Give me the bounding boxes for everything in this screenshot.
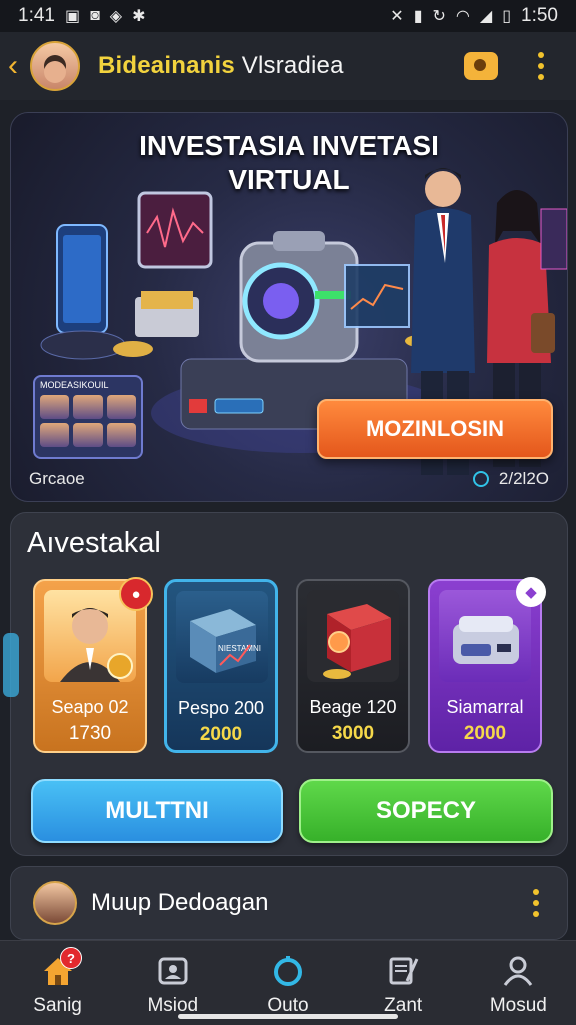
profile-card-icon [158, 957, 188, 985]
alert-badge-icon: ● [119, 577, 153, 611]
mini-portrait [106, 395, 136, 419]
avatar [33, 881, 77, 925]
investment-cards: ● Seapo 02 1730 NIESTAMNI Pespo 200 2000 [33, 577, 553, 755]
page-title: Bideainanis Vlsradiea [98, 52, 344, 80]
notification-app-icon: ◙ [90, 7, 100, 24]
home-indicator[interactable] [178, 1014, 398, 1019]
card-image-text: NIESTAMNI [218, 644, 261, 653]
user-icon [504, 956, 533, 986]
investment-card[interactable]: ◆ Siamarral 2000 [428, 577, 546, 753]
right-action-button[interactable]: SOPECY [299, 779, 553, 843]
app-header: ‹ Bideainanis Vlsradiea [0, 32, 576, 100]
bluetooth-icon: ✱ [132, 8, 146, 25]
camera-icon[interactable] [464, 52, 498, 80]
more-vertical-icon[interactable] [533, 889, 539, 917]
status-time-right: 1:50 [521, 5, 558, 26]
card-price: 1730 [68, 723, 112, 744]
diamond-badge-icon: ◆ [516, 577, 546, 607]
investments-panel: Aıvestakal ● Seapo 02 1730 NIESTAMNI Pes… [3, 512, 568, 856]
title-part-1: Bideainanis [98, 52, 235, 79]
section-title: Aıvestakal [27, 527, 161, 559]
card-price: 2000 [463, 723, 507, 744]
mini-portrait [73, 395, 103, 419]
pager-count: 2/2l2O [498, 469, 549, 488]
title-part-2: Vlsradiea [241, 52, 344, 79]
hero-title: INVESTASIA INVETASI VIRTUAL [11, 129, 567, 197]
mini-panel-title: MODEASIKOUIL [40, 380, 109, 390]
investment-card[interactable]: ● Seapo 02 1730 [33, 577, 153, 753]
hero-title-line-1: INVESTASIA INVETASI [139, 130, 439, 161]
hero-cta-button[interactable]: MOZINLOSIN [317, 399, 553, 459]
battery-icon: ▯ [502, 8, 512, 25]
mini-portrait [40, 423, 70, 447]
team-mini-panel[interactable]: MODEASIKOUIL [33, 375, 143, 459]
mini-portrait [73, 423, 103, 447]
scroll-left-handle[interactable] [3, 633, 19, 697]
left-action-button[interactable]: MULTTNI [31, 779, 283, 843]
card-name: Siamarral [446, 697, 524, 717]
gallery-icon: ▣ [64, 8, 81, 25]
nav-label: Sanig [33, 995, 82, 1016]
media-icon: ◈ [109, 8, 123, 25]
hero-title-line-2: VIRTUAL [228, 164, 350, 195]
status-bar: 1:41 ▣ ◙ ◈ ✱ ✕ ▮ ↻ ◠ ◢ ▯ 1:50 [0, 0, 576, 32]
card-name: Pespo 200 [177, 698, 265, 718]
bottom-navigation: ? Sanig Msiod Outo Zant Mosud [0, 940, 576, 1025]
card-price: 3000 [331, 723, 375, 744]
hero-caption: Grcaoe [29, 469, 85, 488]
ring-icon [273, 956, 302, 986]
card-price: 2000 [199, 724, 243, 745]
signal-bars-icon: ▮ [413, 8, 423, 25]
card-name: Beage 120 [309, 697, 397, 717]
status-time-left: 1:41 [18, 5, 55, 26]
nav-item-profile-card[interactable]: Msiod [115, 941, 230, 1025]
chevron-left-icon[interactable]: ‹ [2, 49, 24, 83]
nav-item-edit-document[interactable]: Zant [346, 941, 461, 1025]
cell-signal-icon: ◢ [479, 8, 493, 25]
pager-dot-icon[interactable] [472, 471, 489, 487]
investment-card[interactable]: Beage 120 3000 [296, 579, 410, 753]
nav-label: Mosud [489, 995, 547, 1016]
card-image [439, 590, 531, 682]
mini-portrait [40, 395, 70, 419]
card-image: NIESTAMNI [176, 591, 268, 683]
list-item-name: Muup Dedoagan [91, 889, 269, 916]
mute-icon: ✕ [390, 8, 404, 25]
nav-badge: ? [60, 947, 82, 969]
hero-pager: 2/2l2O [472, 469, 549, 489]
hero-banner[interactable]: INVESTASIA INVETASI VIRTUAL MODEASIKOUIL… [10, 112, 568, 502]
list-item[interactable]: Muup Dedoagan [10, 866, 568, 940]
investment-card[interactable]: NIESTAMNI Pespo 200 2000 [164, 579, 278, 753]
mini-portrait [106, 423, 136, 447]
sync-icon: ↻ [432, 8, 446, 25]
wifi-icon: ◠ [455, 8, 470, 25]
nav-item-ring[interactable]: Outo [230, 941, 345, 1025]
avatar[interactable] [30, 41, 80, 91]
more-vertical-icon[interactable] [538, 52, 544, 80]
nav-item-home[interactable]: ? Sanig [0, 941, 115, 1025]
card-image [307, 590, 399, 682]
edit-document-icon [389, 957, 419, 985]
nav-item-user[interactable]: Mosud [461, 941, 576, 1025]
card-name: Seapo 02 [51, 697, 129, 717]
